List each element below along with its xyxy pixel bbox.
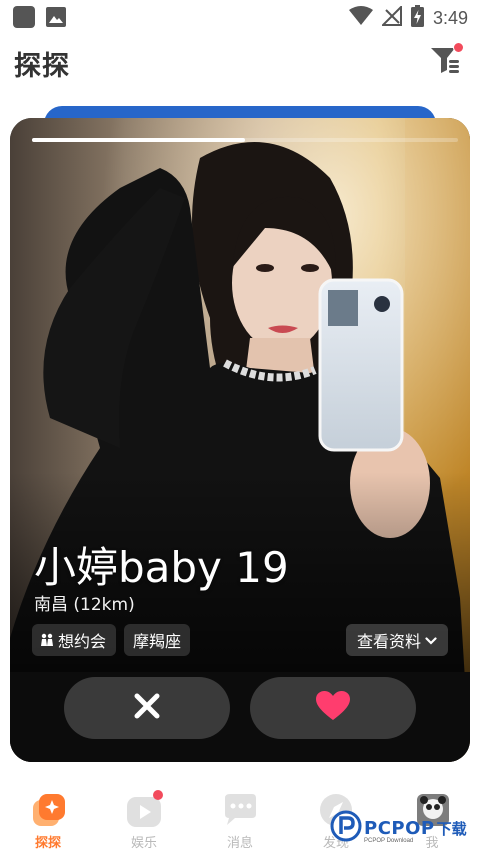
photo-progress-fill	[32, 138, 245, 142]
wifi-icon	[348, 6, 373, 31]
like-button[interactable]	[250, 677, 416, 739]
image-icon	[45, 6, 67, 28]
chevron-down-icon	[425, 631, 437, 650]
profile-name: 小婷baby 19	[34, 543, 289, 592]
photo-progress	[32, 138, 458, 142]
tag-label: 摩羯座	[132, 632, 181, 651]
close-icon	[133, 692, 161, 725]
status-bar: 3:49	[0, 0, 480, 34]
app-square-icon	[13, 6, 35, 28]
nav-label: 消息	[226, 836, 253, 851]
notification-badge	[453, 42, 464, 53]
heart-icon	[315, 690, 351, 727]
watermark-sub: PCPOP Download	[364, 838, 414, 844]
page-title: 探探	[14, 51, 70, 82]
view-profile-label: 查看资料	[356, 632, 421, 651]
nav-label: 娱乐	[130, 836, 157, 851]
profile-location: 南昌 (12km)	[34, 595, 135, 615]
nav-item-messages[interactable]: 消息	[210, 792, 270, 852]
profile-card[interactable]: 小婷baby 19 南昌 (12km) 想约会 摩羯座 查看资料	[10, 118, 470, 762]
filter-icon	[428, 48, 464, 80]
couple-icon	[40, 633, 54, 647]
clock: 3:49	[432, 8, 468, 28]
no-signal-icon	[380, 4, 402, 31]
watermark: PCPOP 下载 PCPOP Download	[330, 806, 467, 850]
tag-dating: 想约会	[32, 624, 116, 656]
chat-icon	[221, 792, 259, 828]
tag-zodiac: 摩羯座	[124, 624, 190, 656]
nav-item-entertainment[interactable]: 娱乐	[114, 790, 174, 852]
nav-label: 探探	[34, 836, 61, 851]
dislike-button[interactable]	[64, 677, 230, 739]
watermark-brand: PCPOP	[364, 817, 435, 839]
notification-badge	[153, 790, 163, 800]
play-icon	[125, 790, 163, 828]
view-profile-button[interactable]: 查看资料	[346, 624, 448, 656]
filter-button[interactable]	[428, 42, 466, 78]
pcpop-logo-icon	[330, 810, 362, 847]
watermark-cn: 下载	[436, 819, 467, 838]
nav-item-tantan[interactable]: 探探	[18, 792, 78, 852]
profile-photo[interactable]	[10, 118, 470, 762]
tantan-icon	[29, 792, 67, 828]
battery-charging-icon	[410, 5, 424, 32]
tag-label: 想约会	[58, 632, 107, 651]
